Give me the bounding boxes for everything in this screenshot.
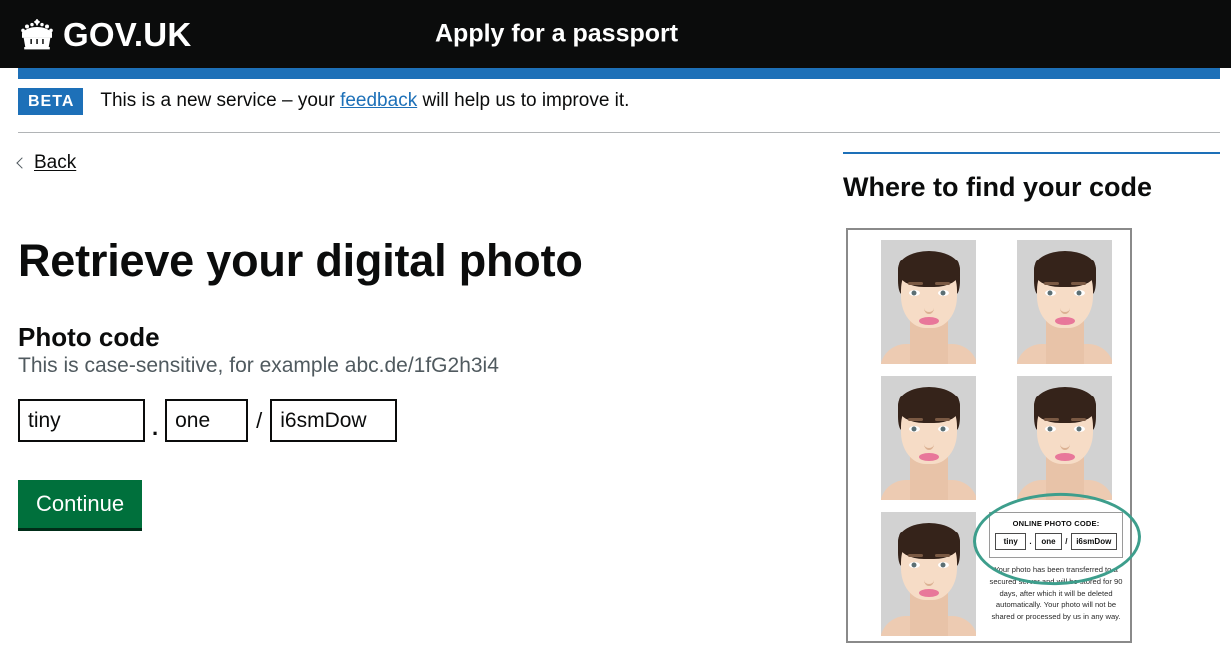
passport-photo xyxy=(1017,376,1112,500)
back-link-label: Back xyxy=(34,152,77,173)
face-illustration xyxy=(881,512,976,636)
service-blue-bar xyxy=(18,68,1220,79)
feedback-link[interactable]: feedback xyxy=(340,90,417,111)
service-name: Apply for a passport xyxy=(435,19,679,48)
photo-sheet-grid: ONLINE PHOTO CODE: tiny . one / i6smDow … xyxy=(859,240,1143,636)
sheet-code-title: ONLINE PHOTO CODE: xyxy=(1012,519,1100,528)
site-header: GOV.UK Apply for a passport xyxy=(0,0,1231,68)
sheet-code-part-1: tiny xyxy=(995,533,1027,550)
govuk-wordmark: GOV.UK xyxy=(63,15,192,53)
passport-photo xyxy=(881,512,976,636)
photo-code-label: Photo code xyxy=(18,322,160,353)
main-content: Retrieve your digital photo Photo code T… xyxy=(18,236,718,531)
status-badge: BETA xyxy=(18,88,84,116)
sheet-code-part-3: i6smDow xyxy=(1070,533,1117,550)
phase-text-before: This is a new service – your xyxy=(100,90,341,112)
sheet-code-row: tiny . one / i6smDow xyxy=(995,533,1117,550)
face-illustration xyxy=(1017,376,1112,500)
photo-code-part-1-input[interactable] xyxy=(18,399,145,443)
phase-banner: BETA This is a new service – your feedba… xyxy=(18,88,1220,134)
govuk-home-link[interactable]: GOV.UK xyxy=(18,18,191,51)
face-illustration xyxy=(881,240,976,364)
face-illustration xyxy=(881,376,976,500)
continue-button[interactable]: Continue xyxy=(18,480,143,531)
photo-code-part-3-input[interactable] xyxy=(270,399,398,443)
passport-photo xyxy=(881,240,976,364)
code-separator-slash: / xyxy=(256,407,263,433)
photo-code-part-2-input[interactable] xyxy=(165,399,249,443)
passport-photo xyxy=(1017,240,1112,364)
code-separator-dot: . xyxy=(152,414,159,440)
related-divider xyxy=(843,152,1220,154)
phase-text-after: will help us to improve it. xyxy=(417,90,630,112)
photo-sheet-illustration: ONLINE PHOTO CODE: tiny . one / i6smDow … xyxy=(846,228,1143,643)
sheet-code-separator-slash: / xyxy=(1065,537,1068,546)
phase-banner-text: This is a new service – your feedback wi… xyxy=(100,89,629,114)
face-illustration xyxy=(1017,240,1112,364)
photo-code-input-group: . / xyxy=(18,399,718,443)
related-heading: Where to find your code xyxy=(843,172,1153,202)
page-title: Retrieve your digital photo xyxy=(18,235,583,286)
sheet-privacy-note: Your photo has been transferred to a sec… xyxy=(989,565,1123,622)
related-content: Where to find your code xyxy=(843,152,1220,203)
chevron-left-icon xyxy=(16,157,28,169)
sheet-online-photo-code-box: ONLINE PHOTO CODE: tiny . one / i6smDow xyxy=(989,512,1123,558)
sheet-code-separator-dot: . xyxy=(1029,537,1032,546)
sheet-code-part-2: one xyxy=(1034,533,1063,550)
photo-code-hint: This is case-sensitive, for example abc.… xyxy=(18,353,499,377)
passport-photo xyxy=(881,376,976,500)
crown-icon xyxy=(18,18,56,50)
back-link[interactable]: Back xyxy=(16,152,77,174)
page-root: GOV.UK Apply for a passport BETA This is… xyxy=(0,0,1231,659)
